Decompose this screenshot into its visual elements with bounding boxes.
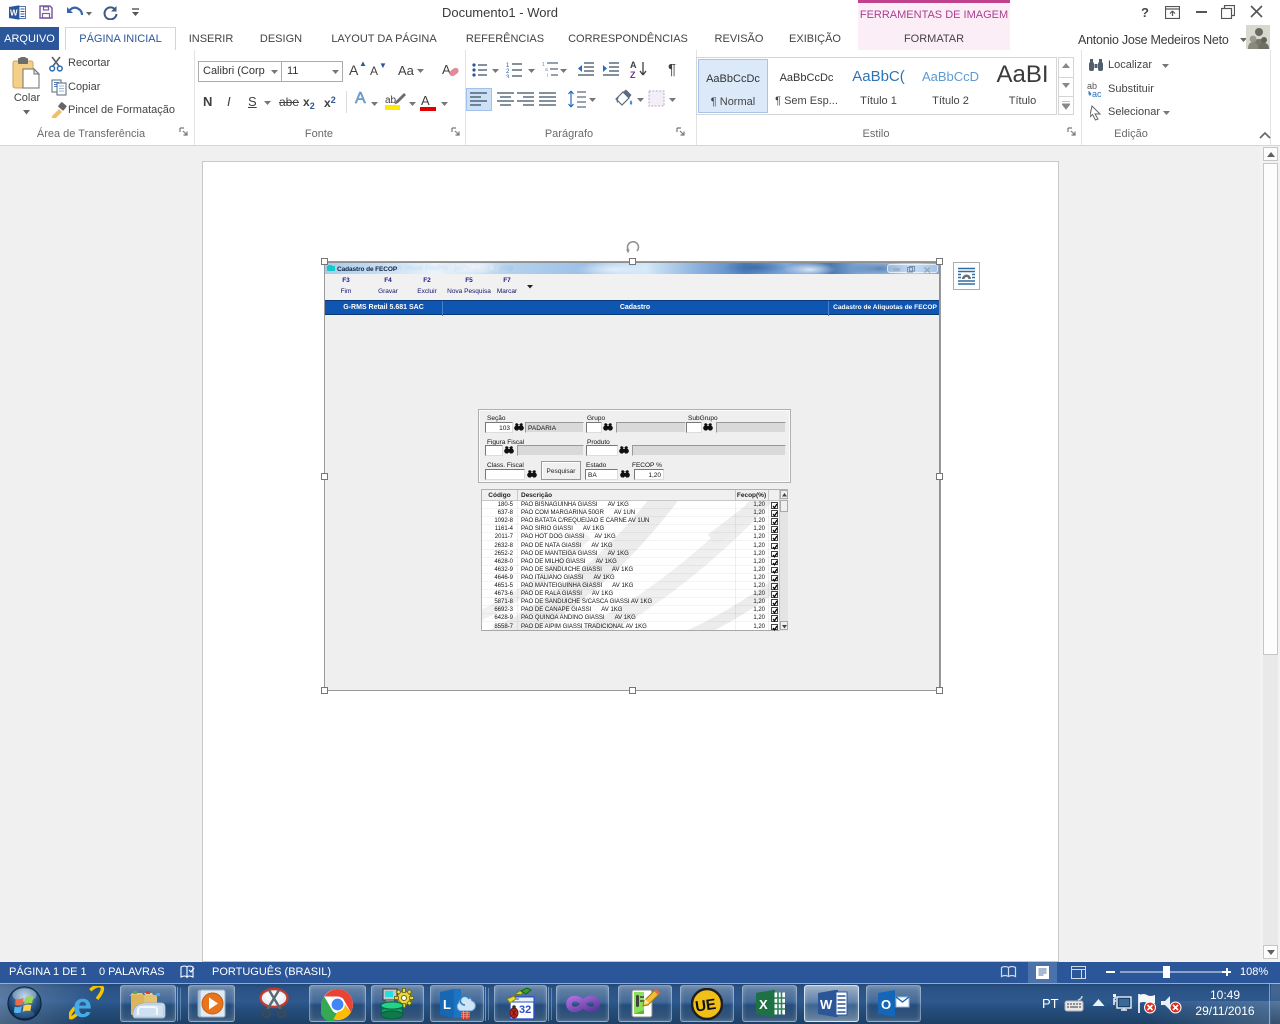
svg-text:O: O [881, 997, 891, 1012]
svg-text:X: X [759, 997, 768, 1012]
svg-text:32: 32 [519, 1004, 531, 1016]
svg-text:W: W [10, 9, 18, 18]
svg-text:Z: Z [630, 70, 636, 79]
svg-text:L: L [443, 997, 451, 1012]
svg-text:e: e [73, 987, 92, 1022]
svg-text:i: i [547, 73, 548, 78]
svg-text:A: A [421, 93, 430, 108]
svg-text:UE: UE [694, 996, 717, 1016]
svg-text:A: A [630, 60, 637, 70]
svg-text:3: 3 [506, 75, 510, 78]
svg-text:ac: ac [1092, 89, 1102, 98]
svg-text:W: W [820, 997, 833, 1012]
svg-text:A: A [442, 62, 451, 77]
